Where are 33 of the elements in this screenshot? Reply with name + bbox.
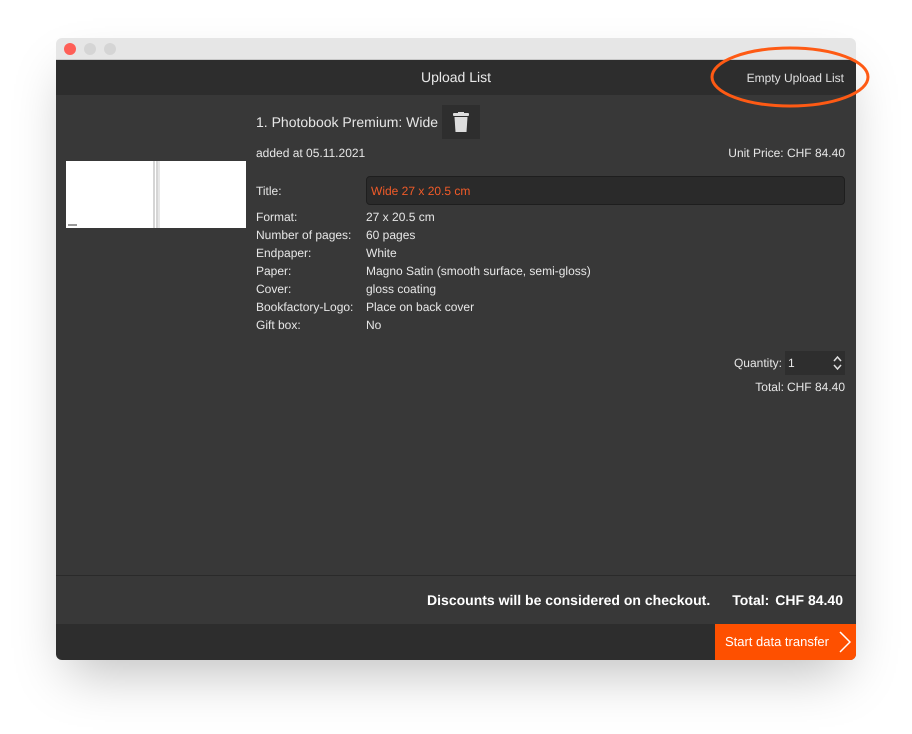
added-date: added at 05.11.2021: [256, 145, 366, 162]
spec-value: Place on back cover: [366, 299, 474, 316]
spec-label: Gift box:: [256, 317, 302, 334]
discount-note: Discounts will be considered on checkout.: [427, 590, 710, 610]
item-total: CHF 84.40: [786, 379, 845, 396]
spec-value: 27 x 20.5 cm: [366, 209, 435, 226]
unit-price: Unit Price: CHF 84.40: [728, 145, 845, 162]
spec-value: gloss coating: [366, 281, 436, 298]
spec-label: Bookfactory-Logo:: [256, 299, 354, 316]
field-label: Title:: [256, 183, 283, 200]
product-name: 1. Photobook Premium: Wide: [256, 112, 438, 132]
total-label: Total:: [732, 590, 770, 610]
spec-label: Endpaper:: [256, 245, 312, 262]
spec-label: Cover:: [256, 281, 292, 298]
window-title: Upload List: [420, 68, 492, 87]
trash-icon: [453, 112, 470, 132]
spec-value: White: [366, 245, 397, 262]
field-label: Quantity:: [734, 355, 782, 372]
spec-label: Paper:: [256, 263, 292, 280]
delete-button[interactable]: [442, 105, 480, 139]
chevron-right-icon: [839, 631, 851, 653]
spec-label: Number of pages:: [256, 227, 352, 244]
quantity-stepper[interactable]: 1: [785, 351, 845, 375]
total-label: Total:: [755, 379, 784, 396]
title-field[interactable]: Wide 27 x 20.5 cm: [366, 176, 845, 205]
order-total: CHF 84.40: [775, 590, 843, 610]
empty-list-button[interactable]: Empty Upload List: [746, 69, 844, 87]
spec-value: 60 pages: [366, 227, 416, 244]
spec-label: Format:: [256, 209, 298, 226]
spec-value: No: [366, 317, 382, 334]
spec-value: Magno Satin (smooth surface, semi-gloss): [366, 263, 591, 280]
stepper-arrows-icon[interactable]: [833, 355, 842, 371]
close-icon[interactable]: [64, 42, 76, 54]
